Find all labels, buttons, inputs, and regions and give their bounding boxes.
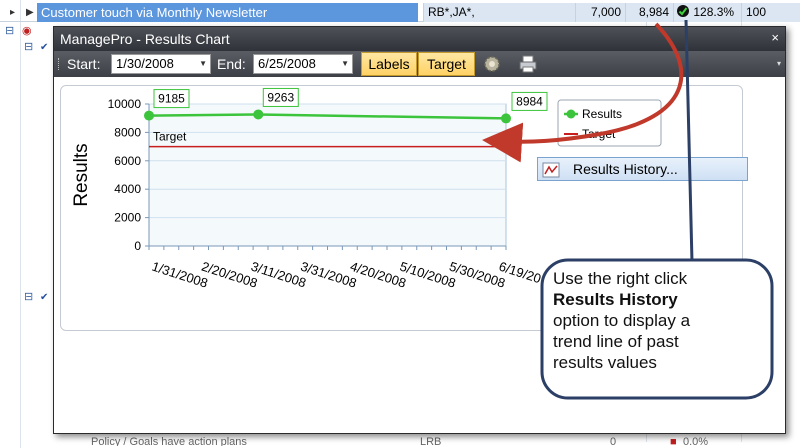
callout-text: Use the right click Results History opti… bbox=[553, 268, 763, 373]
callout-line: option to display a bbox=[553, 311, 691, 330]
screenshot-stage: ▸ ▶ Customer touch via Monthly Newslette… bbox=[0, 0, 806, 448]
callout-bold-text: Results History bbox=[553, 290, 678, 309]
callout-line: trend line of past bbox=[553, 332, 679, 351]
callout-pointer-line bbox=[684, 19, 694, 263]
callout-line: results values bbox=[553, 353, 657, 372]
red-arrow bbox=[482, 22, 684, 163]
callout-line: Use the right click bbox=[553, 269, 688, 288]
